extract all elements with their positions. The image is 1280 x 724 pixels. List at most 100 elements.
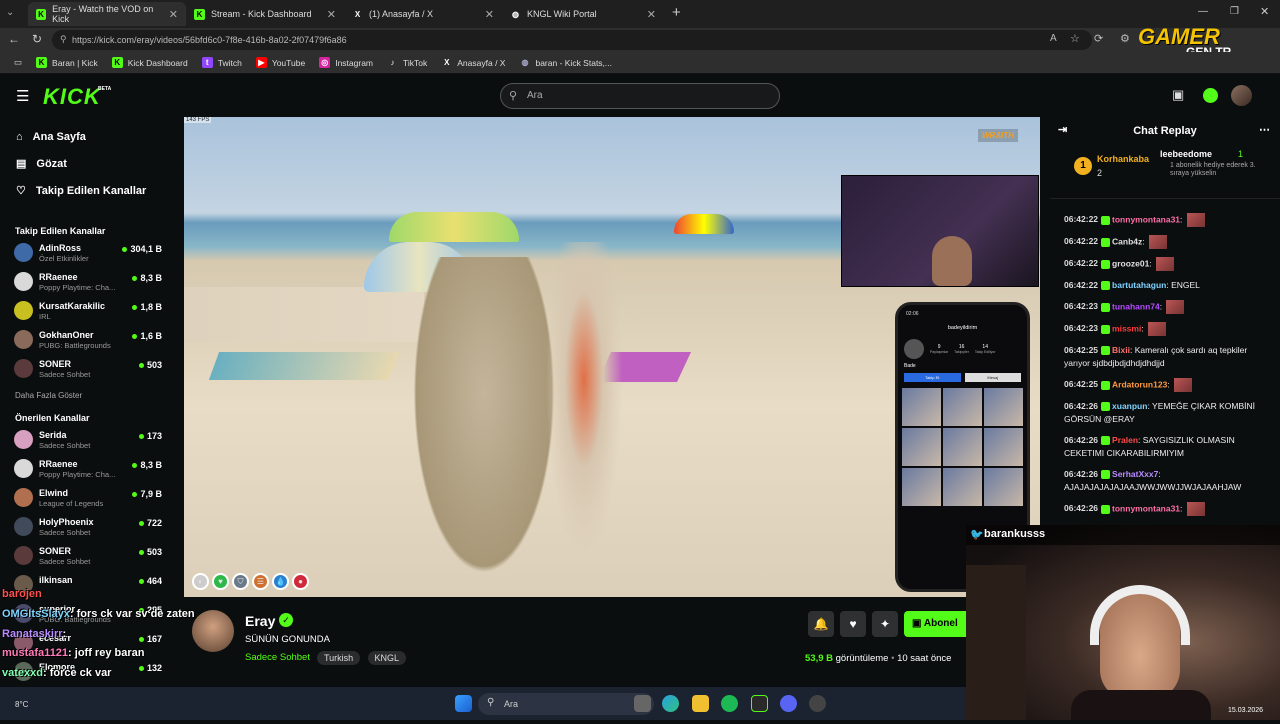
refresh-icon[interactable]: ⟳ [1094, 32, 1103, 45]
search-input[interactable]: Ara [500, 83, 780, 109]
kick-logo[interactable]: KICK [43, 84, 101, 110]
subscribe-button[interactable]: ▣ Abonel [904, 611, 966, 637]
minimize-icon[interactable]: — [1198, 6, 1208, 17]
favorite-star-icon[interactable]: ☆ [1070, 32, 1080, 45]
bookmark-kick-stats[interactable]: ◍ baran - Kick Stats,... [519, 57, 612, 68]
message-time: 06:42:23 [1064, 301, 1099, 312]
kick-favicon-icon: K [194, 8, 205, 20]
task-view-icon[interactable] [634, 695, 651, 712]
notification-bell-button[interactable]: 🔔 [808, 611, 834, 637]
bookmark-baran-kick[interactable]: K Baran | Kick [36, 57, 98, 68]
close-tab-icon[interactable]: ✕ [327, 8, 336, 21]
tag-turkish[interactable]: Turkish [317, 651, 361, 665]
message-username[interactable]: Ardatorun123 [1112, 379, 1167, 389]
reload-icon[interactable]: ↻ [32, 32, 42, 46]
bookmark-tiktok[interactable]: ♪ TikTok [387, 57, 428, 68]
followed-channel[interactable]: GokhanOner PUBG: Battlegrounds 1,6 B [0, 327, 172, 356]
followed-channel[interactable]: SONER Sadece Sohbet 503 [0, 356, 172, 385]
read-aloud-icon[interactable]: A [1050, 33, 1057, 44]
maximize-icon[interactable]: ❐ [1230, 6, 1239, 17]
nav-home[interactable]: ⌂ Ana Sayfa [0, 123, 172, 150]
streamer-name[interactable]: Eray [245, 613, 275, 629]
message-username[interactable]: Bixii [1112, 345, 1130, 355]
subscriber-badge-icon [1101, 436, 1111, 446]
app-icon[interactable] [751, 695, 768, 712]
bookmark-folder-icon[interactable]: ▭ [14, 57, 22, 68]
beach-towel [208, 352, 400, 380]
message-username[interactable]: Pralen [1112, 435, 1138, 445]
bookmark-instagram[interactable]: ◎ Instagram [319, 57, 373, 68]
message-username[interactable]: tonnymontana31 [1112, 214, 1180, 224]
channel-avatar [14, 301, 33, 320]
bookmark-x[interactable]: X Anasayfa / X [441, 57, 505, 68]
video-dashboard-icon[interactable]: ▣ [1172, 87, 1184, 103]
bookmark-kick-dashboard[interactable]: K Kick Dashboard [111, 57, 188, 68]
close-tab-icon[interactable]: ✕ [647, 8, 656, 21]
file-explorer-icon[interactable] [692, 695, 709, 712]
site-info-icon[interactable]: ⚲ [60, 34, 67, 45]
url-input[interactable]: https://kick.com/eray/videos/56bfd6c0-7f… [52, 30, 1092, 50]
message-username[interactable]: SerhatXxx7 [1112, 469, 1158, 479]
spotify-icon[interactable] [721, 695, 738, 712]
close-window-icon[interactable]: ✕ [1260, 5, 1269, 18]
social-handle: barankusss [984, 528, 1046, 540]
message-username[interactable]: missmi [1112, 323, 1141, 333]
recommended-channel[interactable]: SONER Sadece Sohbet 503 [0, 543, 172, 572]
kick-wallet-icon[interactable] [1203, 88, 1218, 103]
message-username[interactable]: xuanpun [1112, 401, 1147, 411]
channel-category: Sadece Sohbet [39, 370, 91, 379]
message-separator: : [1141, 323, 1147, 334]
edge-browser-icon[interactable] [662, 695, 679, 712]
chat-options-icon[interactable]: ⋯ [1259, 123, 1270, 136]
video-player[interactable]: 143 FPS WRAITH 02:06 badeyildirim 9 Payla… [184, 117, 1040, 597]
chat-header: ⇥ Chat Replay ⋯ [1050, 117, 1280, 144]
new-tab-icon[interactable]: + [672, 4, 681, 21]
discord-icon[interactable] [780, 695, 797, 712]
message-username[interactable]: Canb4z [1112, 236, 1142, 246]
weather-temp[interactable]: 8°C [15, 700, 28, 709]
tag-kngl[interactable]: KNGL [367, 651, 407, 665]
collapse-chat-icon[interactable]: ⇥ [1058, 123, 1067, 136]
followed-channel[interactable]: RRaenee Poppy Playtime: Cha... 8,3 B [0, 269, 172, 298]
follow-heart-button[interactable]: ♥ [840, 611, 866, 637]
recommended-channel[interactable]: HolyPhoenix Sadece Sohbet 722 [0, 514, 172, 543]
bookmark-youtube[interactable]: ▶ YouTube [255, 57, 305, 68]
menu-hamburger-icon[interactable]: ☰ [16, 87, 29, 105]
tiktok-icon: ♪ [390, 58, 395, 67]
stream-category[interactable]: Sadece Sohbet [245, 652, 310, 663]
show-more-link[interactable]: Daha Fazla Göster [0, 385, 172, 407]
tab-x[interactable]: X (1) Anasayfa / X ✕ [344, 2, 502, 26]
bookmark-twitch[interactable]: t Twitch [201, 57, 242, 68]
extensions-icon[interactable]: ⚙ [1120, 32, 1130, 45]
message-username[interactable]: tunahann74 [1112, 301, 1160, 311]
message-username[interactable]: grooze01 [1112, 258, 1149, 268]
obs-icon[interactable] [809, 695, 826, 712]
nav-following[interactable]: ♡ Takip Edilen Kanallar [0, 177, 172, 204]
clip-sparkle-button[interactable]: ✦ [872, 611, 898, 637]
system-date: 15.03.2026 [1228, 707, 1264, 714]
channel-name: HolyPhoenix [39, 517, 94, 527]
followed-channel[interactable]: AdinRoss Özel Etkinlikler 304,1 B [0, 240, 172, 269]
windows-start-icon[interactable] [455, 695, 472, 712]
user-avatar[interactable] [1231, 85, 1252, 106]
tab-kngl-wiki[interactable]: ◍ KNGL Wiki Portal ✕ [502, 2, 664, 26]
message-username[interactable]: bartutahagun [1112, 280, 1166, 290]
channel-avatar [14, 330, 33, 349]
tab-kick-vod[interactable]: K Eray - Watch the VOD on Kick ✕ [28, 2, 186, 26]
tab-list-icon[interactable]: ⌄ [6, 7, 14, 18]
phone-display-name: Bade [904, 363, 916, 369]
phone-follow-button: Takip Et [904, 373, 961, 382]
chat-message: 06:42:25 Ardatorun123: [1050, 374, 1280, 396]
taskbar-search[interactable]: Ara [478, 693, 654, 715]
recommended-channel[interactable]: Elwind League of Legends 7,9 B [0, 485, 172, 514]
message-separator: : [1180, 214, 1185, 225]
followed-channel[interactable]: KursatKarakilic IRL 1,8 B [0, 298, 172, 327]
tab-kick-dashboard[interactable]: K Stream - Kick Dashboard ✕ [186, 2, 344, 26]
back-icon[interactable]: ← [8, 32, 20, 46]
close-tab-icon[interactable]: ✕ [485, 8, 494, 21]
nav-browse[interactable]: ▤ Gözat [0, 150, 172, 177]
recommended-channel[interactable]: Serida Sadece Sohbet 173 [0, 427, 172, 456]
message-username[interactable]: tonnymontana31 [1112, 503, 1180, 513]
close-tab-icon[interactable]: ✕ [169, 8, 178, 21]
recommended-channel[interactable]: RRaenee Poppy Playtime: Cha... 8,3 B [0, 456, 172, 485]
